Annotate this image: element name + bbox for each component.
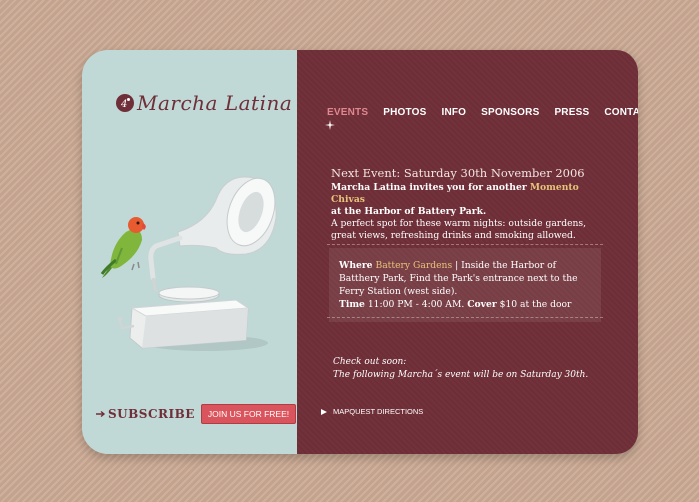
left-panel: 4 Marcha Latina SUBSCRIBE JOIN US FOR FR… (82, 50, 297, 454)
site-logo[interactable]: 4 Marcha Latina (116, 91, 292, 115)
nav-contact[interactable]: CONTACT (604, 107, 638, 118)
nav-press[interactable]: PRESS (554, 107, 589, 118)
mapquest-link[interactable]: MAPQUEST DIRECTIONS (321, 407, 423, 416)
time-label: Time (339, 299, 365, 310)
svg-text:4: 4 (120, 99, 127, 110)
subscribe-label: SUBSCRIBE (108, 407, 195, 421)
divider-top (327, 244, 603, 245)
nav-events[interactable]: EVENTS (327, 107, 368, 118)
subscribe-section: SUBSCRIBE JOIN US FOR FREE! (96, 404, 297, 424)
brand-name: Marcha Latina (137, 91, 293, 115)
cover-value: $10 at the door (499, 299, 572, 310)
soon-line-1: Check out soon: (333, 357, 407, 367)
record-logo-icon: 4 (116, 94, 134, 112)
main-card: 4 Marcha Latina SUBSCRIBE JOIN US FOR FR… (82, 50, 638, 454)
event-title: Next Event: Saturday 30th November 2006 (331, 166, 585, 180)
nav-photos[interactable]: PHOTOS (383, 107, 426, 118)
upcoming-note: Check out soon: The following Marcha´s e… (333, 356, 588, 382)
triangle-bullet-icon (321, 408, 327, 415)
event-details: Where Battery Gardens | Inside the Harbo… (329, 248, 601, 322)
event-content: Next Event: Saturday 30th November 2006 … (331, 166, 601, 242)
star-icon (325, 120, 335, 130)
main-nav: EVENTS PHOTOS INFO SPONSORS PRESS CONTAC… (327, 107, 638, 118)
event-invite: Marcha Latina invites you for another Mo… (331, 182, 601, 218)
join-button[interactable]: JOIN US FOR FREE! (200, 404, 297, 424)
arrow-icon (96, 410, 106, 418)
mapquest-label[interactable]: MAPQUEST DIRECTIONS (333, 407, 423, 416)
event-description: A perfect spot for these warm nights: ou… (331, 218, 587, 241)
where-label: Where (339, 260, 373, 271)
soon-line-2: The following Marcha´s event will be on … (333, 370, 589, 380)
nav-info[interactable]: INFO (441, 107, 466, 118)
invite-suffix: at the Harbor of Battery Park. (331, 206, 487, 217)
parrot-gramophone-illustration (100, 176, 277, 351)
right-panel: EVENTS PHOTOS INFO SPONSORS PRESS CONTAC… (297, 50, 638, 454)
cover-label: Cover (467, 299, 497, 310)
time-value: 11:00 PM - 4:00 AM. (367, 299, 465, 310)
invite-prefix: Marcha Latina invites you for another (331, 182, 527, 193)
where-value[interactable]: Battery Gardens (375, 260, 452, 271)
nav-sponsors[interactable]: SPONSORS (481, 107, 539, 118)
divider-bottom (327, 317, 603, 318)
